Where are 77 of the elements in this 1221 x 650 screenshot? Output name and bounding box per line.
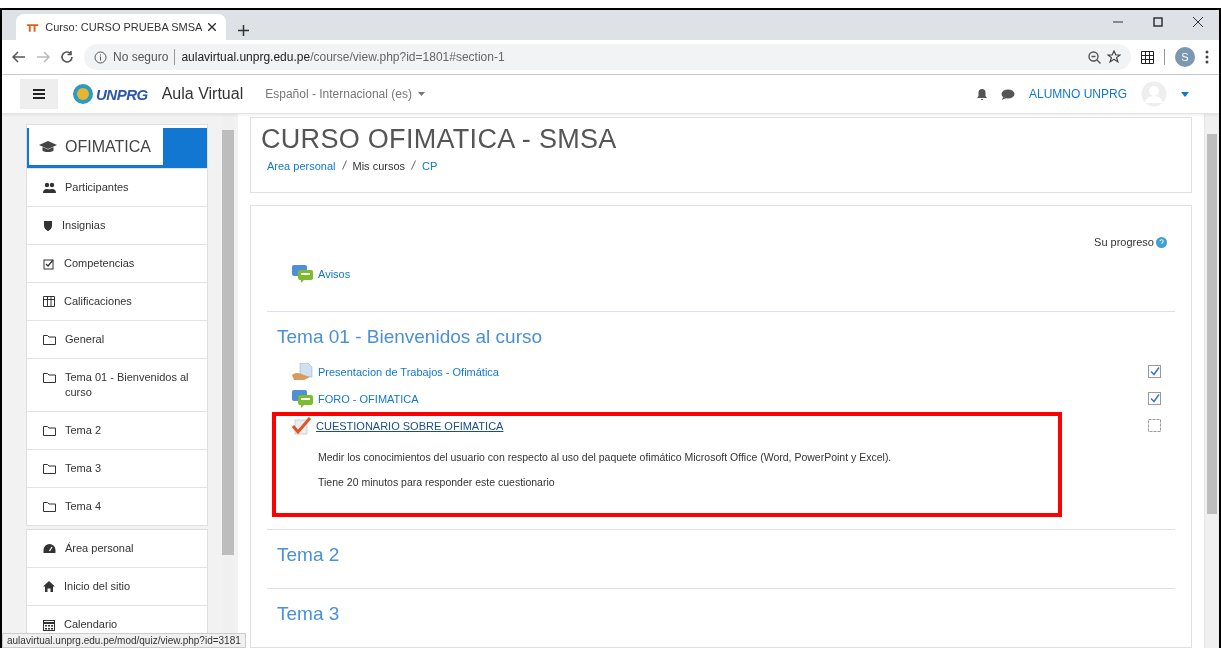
nav-item[interactable]: Competencias [27,244,207,282]
url-text: aulavirtual.unprg.edu.pe/course/view.php?id=1801#section-1 [181,50,505,64]
activity-link[interactable]: Presentacion de Trabajos - Ofimática [318,365,499,378]
emblem-icon [72,83,94,105]
checkbox-icon [43,258,55,270]
course-header[interactable]: OFIMATICA [29,128,163,165]
checked-checkbox[interactable] [1148,365,1161,378]
users-icon [43,182,56,193]
nav-item[interactable]: Tema 01 - Bienvenidos al curso [27,358,207,411]
menu-icon [33,89,45,99]
close-icon[interactable] [1193,17,1203,27]
quiz-checkmark-icon [292,416,312,435]
maximize-icon[interactable] [1153,17,1163,27]
progress-label: Su progreso [1094,236,1154,248]
nav-item[interactable]: Inicio del sitio [27,567,207,605]
chat-bubbles-icon [292,389,314,408]
nav-item[interactable]: General [27,320,207,358]
help-icon[interactable] [1156,236,1167,248]
folder-icon [43,372,56,383]
scrollbar-thumb[interactable] [222,130,234,555]
activity-link[interactable]: FORO - OFIMATICA [318,392,419,405]
nav-item[interactable]: Insignias [27,206,207,244]
shield-icon [43,220,53,232]
zoom-icon[interactable] [1088,50,1101,64]
gauge-icon [43,543,56,554]
reload-icon[interactable] [60,50,74,64]
new-tab-icon[interactable] [238,25,249,36]
home-icon [43,581,55,592]
hand-document-icon [292,362,314,381]
user-name[interactable]: ALUMNO UNPRG [1029,87,1127,101]
nav-item[interactable]: Tema 2 [27,411,207,449]
folder-icon [43,425,56,436]
url-status-tooltip: aulavirtual.unprg.edu.pe/mod/quiz/view.php?id=3181 [2,633,246,648]
nav-item[interactable]: Área personal [27,530,207,567]
site-name[interactable]: Aula Virtual [161,85,244,103]
breadcrumb-separator-icon [411,160,417,170]
graduation-cap-icon [39,140,57,153]
browser-tab[interactable]: Curso: CURSO PRUEBA SMSA [16,14,226,40]
folder-icon [43,334,56,345]
breadcrumb-link[interactable]: Mis cursos [352,160,406,172]
star-icon[interactable] [1107,50,1121,64]
nav-item[interactable]: Tema 4 [27,487,207,525]
address-bar[interactable]: No seguro aulavirtual.unprg.edu.pe/course/view.php?id=1801#section-1 [84,44,1131,70]
breadcrumb-link[interactable]: CP [422,160,438,172]
checked-checkbox[interactable] [1148,392,1161,405]
scrollbar-thumb[interactable] [1207,134,1217,514]
caret-icon[interactable] [1181,91,1189,97]
nav-item[interactable]: Calificaciones [27,282,207,320]
calendar-icon [43,619,55,631]
security-label: No seguro [113,50,169,64]
info-icon [94,50,107,64]
activity-link[interactable]: Avisos [318,267,351,280]
site-icon [26,21,40,33]
menu-icon[interactable] [1205,50,1209,64]
breadcrumb-separator-icon [341,160,347,170]
language-menu[interactable]: Español - Internacional (es) [265,87,425,101]
activity-description: Medir los conocimientos del usuario con respecto al uso del paquete ofimático Microsoft Office (Word, PowerPoint y Excel). [318,450,893,465]
menu-button[interactable] [20,79,58,109]
breadcrumb-link[interactable]: Area personal [267,160,336,172]
activity-description: Tiene 20 minutos para responder este cuestionario [318,475,556,490]
folder-icon [43,463,56,474]
back-arrow-icon[interactable] [12,51,26,63]
table-icon [43,296,55,307]
bell-icon[interactable] [977,88,987,100]
nav-item[interactable]: Participantes [27,168,207,206]
course-title: CURSO OFIMATICA - SMSA [261,124,618,155]
folder-icon [43,501,56,512]
chat-bubbles-icon [292,264,314,283]
activity-link[interactable]: CUESTIONARIO SOBRE OFIMATICA [316,419,504,432]
close-tab-icon[interactable] [208,23,216,31]
caret-icon [417,92,425,96]
scrollbar[interactable] [1204,114,1219,648]
empty-checkbox[interactable] [1148,419,1161,432]
nav-item[interactable]: Tema 3 [27,449,207,487]
chat-bubble-icon[interactable] [1001,88,1015,100]
logo-text[interactable]: UNPRG [96,85,148,103]
grid-icon[interactable] [1141,50,1154,64]
